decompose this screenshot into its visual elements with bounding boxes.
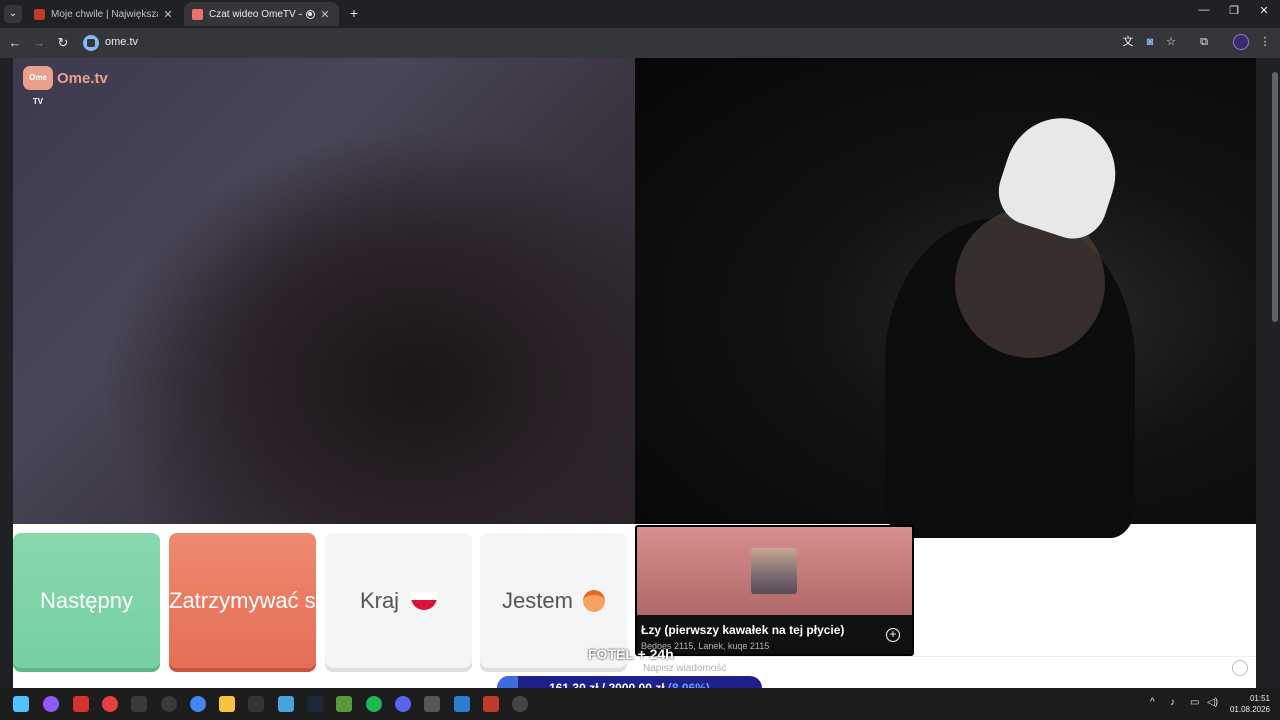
now-playing-widget: Łzy (pierwszy kawałek na tej płycie) Bed…: [635, 525, 914, 656]
close-window-icon[interactable]: ✕: [1254, 4, 1274, 17]
close-icon[interactable]: ✕: [162, 8, 174, 21]
emoji-icon[interactable]: [1232, 660, 1248, 676]
discord-icon[interactable]: [395, 696, 411, 712]
file-explorer-icon[interactable]: [219, 696, 235, 712]
recording-icon: [306, 9, 315, 19]
self-video: [635, 58, 1256, 538]
country-label: Kraj: [359, 587, 400, 613]
track-title: Łzy (pierwszy kawałek na tej płycie): [641, 623, 845, 637]
browser-tab-2[interactable]: Czat wideo OmeTV — alter ✕: [184, 2, 339, 26]
chevron-down-icon[interactable]: ⌄: [4, 5, 22, 23]
tab-favicon: [34, 8, 45, 20]
star-icon[interactable]: ☆: [1164, 35, 1178, 49]
restore-icon[interactable]: ❐: [1224, 4, 1244, 17]
logo-text: Ome.tv: [57, 69, 108, 87]
site-info-icon[interactable]: [83, 35, 99, 51]
scrollbar[interactable]: [1270, 58, 1280, 688]
app-icon[interactable]: [102, 696, 118, 712]
notion-icon[interactable]: [248, 696, 264, 712]
close-icon[interactable]: ✕: [319, 8, 331, 21]
browser-toolbar: ← → ↻ ome.tv 文 ◙ ☆ ⧉ ⋮: [0, 28, 1280, 58]
chevron-up-icon[interactable]: ^: [1150, 697, 1155, 708]
chat-placeholder: Napisz wiadomość: [643, 663, 727, 674]
kebab-menu-icon[interactable]: ⋮: [1258, 35, 1272, 49]
tab-strip: ⌄ Moje chwile | Największa stron ✕ Czat …: [0, 0, 1280, 28]
fotel-overlay-text: FOTEL + 24h: [588, 646, 674, 662]
poland-flag-icon: [411, 591, 438, 610]
forward-icon[interactable]: →: [30, 34, 48, 52]
reload-icon[interactable]: ↻: [54, 34, 72, 52]
steelseries-icon[interactable]: [161, 696, 177, 712]
puzzle-icon[interactable]: ⧉: [1197, 35, 1211, 49]
clock-time: 01:51: [1249, 694, 1270, 703]
add-icon[interactable]: +: [886, 628, 900, 642]
browser-tab-1[interactable]: Moje chwile | Największa stron ✕: [26, 2, 182, 26]
steam-icon[interactable]: [307, 696, 323, 712]
volume-icon[interactable]: ◁): [1207, 697, 1218, 708]
next-button[interactable]: Następny: [13, 533, 160, 668]
scrollbar-thumb[interactable]: [1272, 72, 1278, 322]
translate-icon[interactable]: 文: [1121, 35, 1135, 49]
windows-start-icon[interactable]: [13, 696, 29, 712]
stop-button[interactable]: Zatrzymywać się: [169, 533, 316, 668]
boy-emoji-icon: [582, 589, 605, 612]
network-icon[interactable]: ▭: [1190, 697, 1199, 708]
next-label: Następny: [40, 587, 133, 613]
avatar[interactable]: [1233, 34, 1249, 50]
tab-title: Moje chwile | Największa stron: [51, 8, 158, 20]
new-tab-button[interactable]: +: [346, 5, 362, 21]
stranger-video: Ome TV Ome.tv: [13, 58, 635, 524]
system-clock[interactable]: 01:51 01.08.2026: [1226, 693, 1270, 715]
url-text: ome.tv: [105, 36, 139, 48]
app-icon[interactable]: [131, 696, 147, 712]
tab-title: Czat wideo OmeTV — alter: [209, 8, 302, 20]
search-icon[interactable]: [43, 696, 59, 712]
app-icon[interactable]: [278, 696, 294, 712]
chrome-icon[interactable]: [190, 696, 206, 712]
tab-favicon: [192, 8, 203, 20]
extension-active-icon[interactable]: ◙: [1143, 35, 1157, 49]
microphone-icon[interactable]: ♪: [1170, 697, 1175, 708]
calculator-icon[interactable]: [424, 696, 440, 712]
app-icon[interactable]: [336, 696, 352, 712]
logo-badge: Ome TV: [23, 66, 53, 106]
minimize-icon[interactable]: —: [1194, 4, 1214, 16]
app-icon[interactable]: [512, 696, 528, 712]
spotify-icon[interactable]: [366, 696, 382, 712]
clock-date: 01.08.2026: [1229, 705, 1270, 714]
album-art: [751, 548, 797, 594]
gender-label: Jestem: [502, 587, 573, 613]
ometv-logo[interactable]: Ome TV Ome.tv: [23, 66, 108, 106]
app-icon[interactable]: [73, 696, 89, 712]
address-bar[interactable]: ome.tv: [80, 32, 1190, 54]
back-icon[interactable]: ←: [6, 34, 24, 52]
stop-label: Zatrzymywać się: [169, 587, 316, 613]
windows-taskbar: ^ ♪ ▭ ◁) 01:51 01.08.2026: [0, 688, 1280, 720]
app-icon[interactable]: [483, 696, 499, 712]
app-icon[interactable]: [454, 696, 470, 712]
country-button[interactable]: Kraj: [325, 533, 472, 668]
